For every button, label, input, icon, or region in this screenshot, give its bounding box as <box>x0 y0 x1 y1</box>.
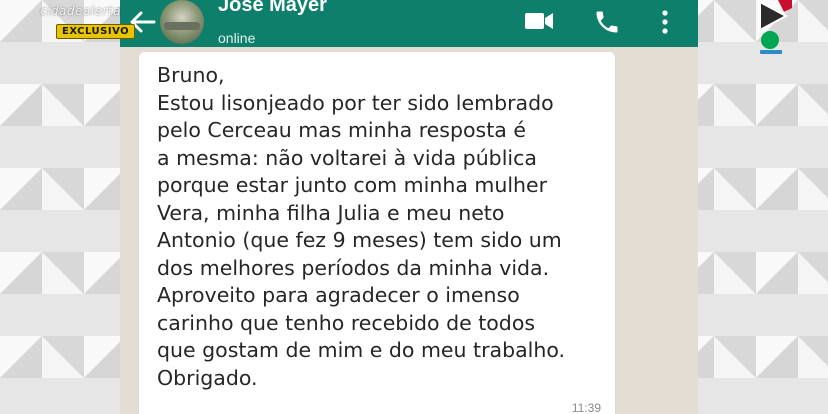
phone-screen: Jose Mayer online Bruno, Estou lisonjead… <box>120 0 698 414</box>
contact-status: online <box>218 30 256 46</box>
tv-overlay: cidadealerta EXCLUSIVO <box>40 4 136 44</box>
phone-call-icon[interactable] <box>593 8 621 36</box>
record-tv-logo <box>759 0 792 54</box>
chat-header: Jose Mayer online <box>120 0 698 47</box>
contact-avatar[interactable] <box>160 0 204 44</box>
message-text: Bruno, Estou lisonjeado por ter sido lem… <box>157 63 566 390</box>
tv-brand-watermark: cidadealerta <box>40 4 121 18</box>
more-vert-icon[interactable] <box>658 8 672 36</box>
message-timestamp: 11:39 <box>571 401 601 414</box>
message-bubble[interactable]: Bruno, Estou lisonjeado por ter sido lem… <box>139 52 615 414</box>
exclusive-badge: EXCLUSIVO <box>56 24 136 39</box>
contact-name[interactable]: Jose Mayer <box>218 0 327 17</box>
video-call-icon[interactable] <box>523 8 555 34</box>
